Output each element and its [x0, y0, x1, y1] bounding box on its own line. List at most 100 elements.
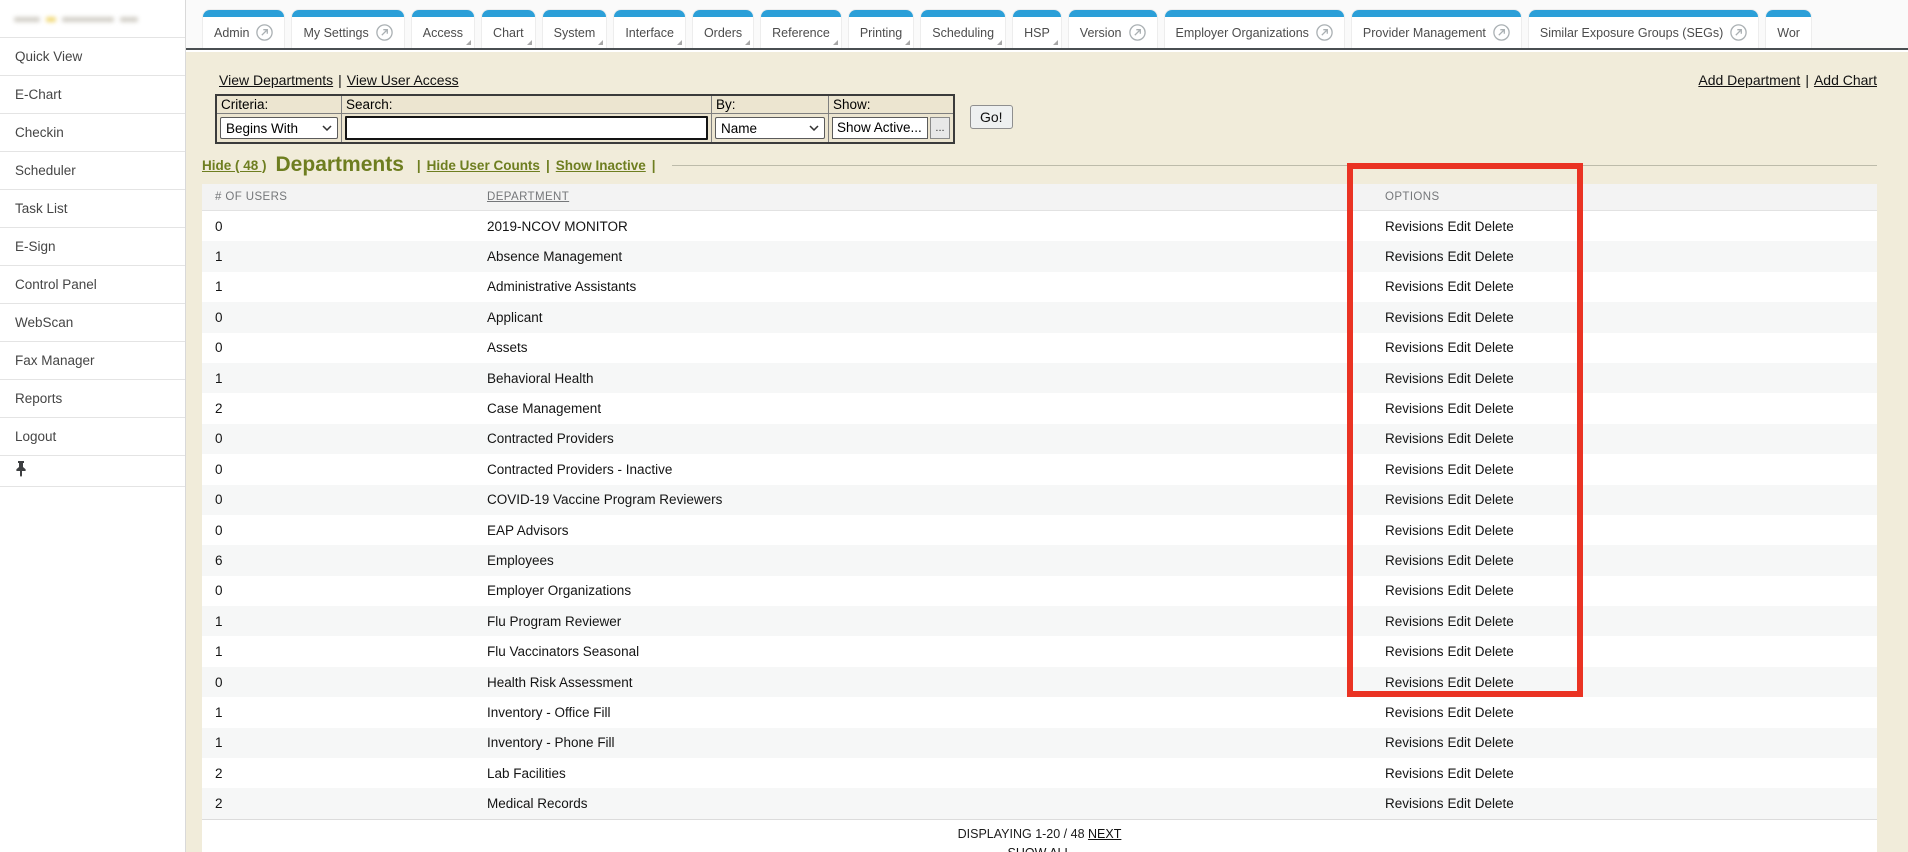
- sidebar-item-checkin[interactable]: Checkin: [0, 114, 185, 152]
- sidebar-item-reports[interactable]: Reports: [0, 380, 185, 418]
- delete-link[interactable]: Delete: [1475, 614, 1514, 629]
- tab-employer-organizations[interactable]: Employer Organizations: [1165, 10, 1344, 48]
- delete-link[interactable]: Delete: [1475, 644, 1514, 659]
- edit-link[interactable]: Edit: [1448, 462, 1471, 477]
- edit-link[interactable]: Edit: [1448, 553, 1471, 568]
- edit-link[interactable]: Edit: [1448, 492, 1471, 507]
- sidebar-item-control-panel[interactable]: Control Panel: [0, 266, 185, 304]
- tab-wor[interactable]: Wor: [1766, 10, 1811, 48]
- delete-link[interactable]: Delete: [1475, 735, 1514, 750]
- revisions-link[interactable]: Revisions: [1385, 462, 1444, 477]
- edit-link[interactable]: Edit: [1448, 310, 1471, 325]
- revisions-link[interactable]: Revisions: [1385, 431, 1444, 446]
- delete-link[interactable]: Delete: [1475, 462, 1514, 477]
- sidebar-pin-button[interactable]: [0, 456, 185, 487]
- revisions-link[interactable]: Revisions: [1385, 279, 1444, 294]
- tab-admin[interactable]: Admin: [203, 10, 284, 48]
- edit-link[interactable]: Edit: [1448, 796, 1471, 811]
- delete-link[interactable]: Delete: [1475, 249, 1514, 264]
- tab-reference[interactable]: Reference: [761, 10, 841, 48]
- revisions-link[interactable]: Revisions: [1385, 249, 1444, 264]
- revisions-link[interactable]: Revisions: [1385, 310, 1444, 325]
- view-user-access-link[interactable]: View User Access: [347, 72, 459, 88]
- revisions-link[interactable]: Revisions: [1385, 675, 1444, 690]
- show-filter-more-button[interactable]: ...: [930, 117, 950, 139]
- tab-interface[interactable]: Interface: [614, 10, 685, 48]
- sidebar-item-webscan[interactable]: WebScan: [0, 304, 185, 342]
- hide-count-link[interactable]: Hide ( 48 ): [202, 158, 267, 173]
- department-sort-link[interactable]: DEPARTMENT: [487, 191, 569, 203]
- go-button[interactable]: Go!: [970, 105, 1013, 129]
- delete-link[interactable]: Delete: [1475, 523, 1514, 538]
- delete-link[interactable]: Delete: [1475, 553, 1514, 568]
- revisions-link[interactable]: Revisions: [1385, 583, 1444, 598]
- edit-link[interactable]: Edit: [1448, 583, 1471, 598]
- edit-link[interactable]: Edit: [1448, 340, 1471, 355]
- delete-link[interactable]: Delete: [1475, 705, 1514, 720]
- popout-arrow-icon[interactable]: [1316, 24, 1333, 41]
- add-department-link[interactable]: Add Department: [1698, 72, 1800, 88]
- hide-user-counts-link[interactable]: Hide User Counts: [427, 158, 540, 173]
- revisions-link[interactable]: Revisions: [1385, 644, 1444, 659]
- edit-link[interactable]: Edit: [1448, 371, 1471, 386]
- edit-link[interactable]: Edit: [1448, 644, 1471, 659]
- edit-link[interactable]: Edit: [1448, 705, 1471, 720]
- edit-link[interactable]: Edit: [1448, 614, 1471, 629]
- popout-arrow-icon[interactable]: [1129, 24, 1146, 41]
- view-departments-link[interactable]: View Departments: [219, 72, 333, 88]
- revisions-link[interactable]: Revisions: [1385, 705, 1444, 720]
- tab-provider-management[interactable]: Provider Management: [1352, 10, 1521, 48]
- sidebar-item-scheduler[interactable]: Scheduler: [0, 152, 185, 190]
- edit-link[interactable]: Edit: [1448, 249, 1471, 264]
- edit-link[interactable]: Edit: [1448, 279, 1471, 294]
- edit-link[interactable]: Edit: [1448, 675, 1471, 690]
- tab-orders[interactable]: Orders: [693, 10, 753, 48]
- edit-link[interactable]: Edit: [1448, 523, 1471, 538]
- edit-link[interactable]: Edit: [1448, 735, 1471, 750]
- revisions-link[interactable]: Revisions: [1385, 401, 1444, 416]
- show-all-link[interactable]: SHOW ALL: [1008, 846, 1072, 852]
- delete-link[interactable]: Delete: [1475, 371, 1514, 386]
- sidebar-item-logout[interactable]: Logout: [0, 418, 185, 456]
- tab-system[interactable]: System: [543, 10, 607, 48]
- revisions-link[interactable]: Revisions: [1385, 371, 1444, 386]
- criteria-select[interactable]: Begins With: [220, 117, 338, 139]
- tab-similar-exposure-groups-segs-[interactable]: Similar Exposure Groups (SEGs): [1529, 10, 1758, 48]
- revisions-link[interactable]: Revisions: [1385, 523, 1444, 538]
- tab-my-settings[interactable]: My Settings: [292, 10, 403, 48]
- delete-link[interactable]: Delete: [1475, 492, 1514, 507]
- search-input[interactable]: [345, 116, 708, 140]
- revisions-link[interactable]: Revisions: [1385, 766, 1444, 781]
- revisions-link[interactable]: Revisions: [1385, 340, 1444, 355]
- by-select[interactable]: Name: [715, 117, 825, 139]
- tab-chart[interactable]: Chart: [482, 10, 535, 48]
- revisions-link[interactable]: Revisions: [1385, 553, 1444, 568]
- delete-link[interactable]: Delete: [1475, 675, 1514, 690]
- delete-link[interactable]: Delete: [1475, 401, 1514, 416]
- tab-hsp[interactable]: HSP: [1013, 10, 1061, 48]
- revisions-link[interactable]: Revisions: [1385, 796, 1444, 811]
- revisions-link[interactable]: Revisions: [1385, 735, 1444, 750]
- sidebar-item-task-list[interactable]: Task List: [0, 190, 185, 228]
- sidebar-item-quick-view[interactable]: Quick View: [0, 38, 185, 76]
- revisions-link[interactable]: Revisions: [1385, 219, 1444, 234]
- delete-link[interactable]: Delete: [1475, 583, 1514, 598]
- show-filter-value[interactable]: Show Active...: [832, 117, 928, 139]
- sidebar-item-e-sign[interactable]: E-Sign: [0, 228, 185, 266]
- popout-arrow-icon[interactable]: [256, 24, 273, 41]
- revisions-link[interactable]: Revisions: [1385, 492, 1444, 507]
- tab-printing[interactable]: Printing: [849, 10, 913, 48]
- edit-link[interactable]: Edit: [1448, 401, 1471, 416]
- next-page-link[interactable]: NEXT: [1088, 827, 1121, 841]
- revisions-link[interactable]: Revisions: [1385, 614, 1444, 629]
- delete-link[interactable]: Delete: [1475, 340, 1514, 355]
- delete-link[interactable]: Delete: [1475, 766, 1514, 781]
- delete-link[interactable]: Delete: [1475, 310, 1514, 325]
- popout-arrow-icon[interactable]: [376, 24, 393, 41]
- delete-link[interactable]: Delete: [1475, 279, 1514, 294]
- tab-access[interactable]: Access: [412, 10, 474, 48]
- popout-arrow-icon[interactable]: [1730, 24, 1747, 41]
- delete-link[interactable]: Delete: [1475, 219, 1514, 234]
- tab-scheduling[interactable]: Scheduling: [921, 10, 1005, 48]
- popout-arrow-icon[interactable]: [1493, 24, 1510, 41]
